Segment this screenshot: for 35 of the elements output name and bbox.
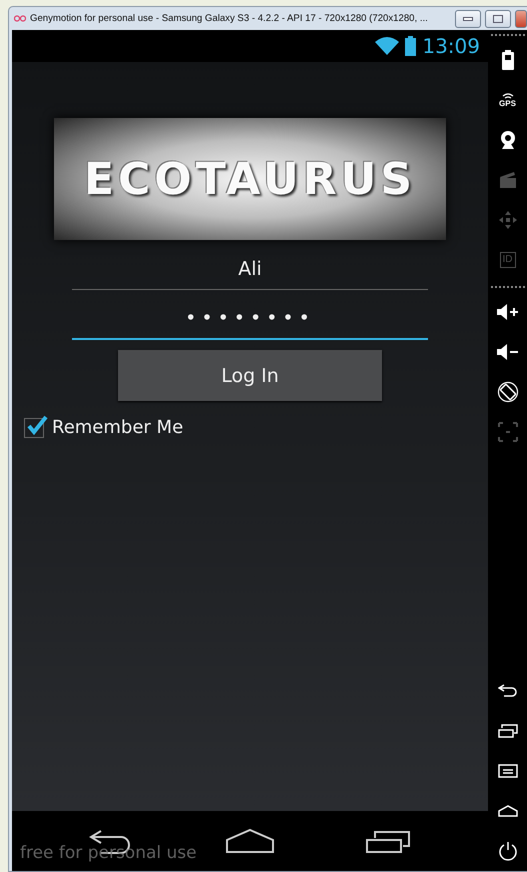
volume-down-icon <box>496 344 518 360</box>
logo-text: ECOTAURUS <box>84 154 416 204</box>
battery-icon <box>502 50 514 70</box>
power-icon <box>498 841 518 861</box>
close-button[interactable] <box>515 10 527 28</box>
dpad-icon <box>498 210 518 230</box>
wifi-icon <box>375 37 400 55</box>
clapper-icon <box>498 172 516 188</box>
login-button[interactable]: Log In <box>118 350 382 401</box>
home-icon <box>225 828 275 854</box>
scale-icon <box>498 422 518 442</box>
battery-icon <box>405 36 416 56</box>
home-icon <box>498 805 518 817</box>
username-field[interactable]: Ali <box>72 248 428 290</box>
maximize-button[interactable] <box>485 10 511 28</box>
app-logo-icon <box>14 15 26 22</box>
gps-tool-button[interactable]: GPS <box>490 80 524 120</box>
watermark-text: free for personal use <box>20 843 197 863</box>
remember-me-label: Remember Me <box>52 417 184 438</box>
gps-label: GPS <box>499 100 516 108</box>
minimize-button[interactable] <box>455 10 481 28</box>
password-field[interactable]: •••••••• <box>72 298 428 340</box>
minimize-icon <box>463 16 473 20</box>
id-label: ID <box>500 252 516 268</box>
rotate-icon <box>496 381 518 403</box>
recent-apps-icon <box>498 724 518 738</box>
window-title: Genymotion for personal use - Samsung Galaxy S3 - 4.2.2 - API 17 - 720x1280 (720x1280, ... <box>30 13 428 24</box>
clock-time: 13:09 <box>422 34 480 58</box>
webcam-icon <box>498 130 516 150</box>
maximize-icon <box>493 14 503 22</box>
volume-up-icon <box>496 304 518 320</box>
signal-icon <box>502 92 514 100</box>
back-icon <box>498 684 518 698</box>
recent-apps-icon <box>365 828 413 854</box>
menu-icon <box>498 764 518 778</box>
